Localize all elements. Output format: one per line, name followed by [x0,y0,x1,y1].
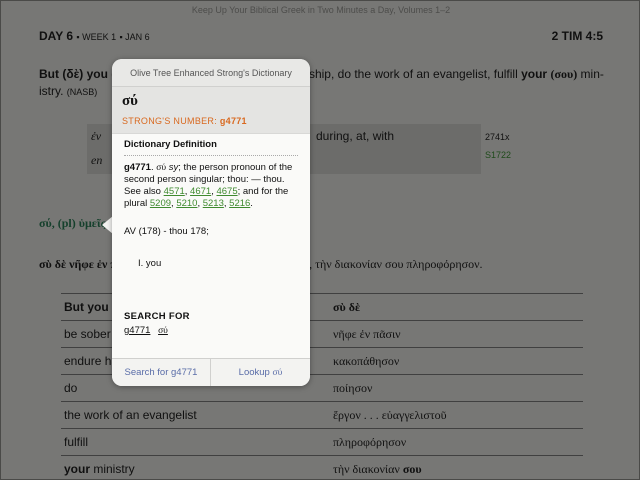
date-label: JAN 6 [125,32,150,42]
strongs-link-5209[interactable]: 5209 [150,198,171,209]
pronoun-line[interactable]: σύ, (pl) ὑμεῖς [39,215,106,232]
book-title-bar: Keep Up Your Biblical Greek in Two Minut… [191,5,451,15]
strongs-number-value: g4771 [219,116,247,126]
table-header-greek: σὺ δὲ [323,293,583,321]
popover-title: Olive Tree Enhanced Strong's Dictionary [112,59,310,87]
table-cell-greek: νῆφε ἐν πᾶσιν [323,320,583,348]
table-cell-greek: ἔργον . . . εὐαγγελιστοῦ [323,401,583,429]
definition-id: g4771 [124,162,151,173]
parse-count: 2741x [485,132,510,142]
day-label: DAY 6 [39,29,74,43]
parse-transliteration: en [91,153,103,167]
av-usage: AV (178) - thou 178; [124,226,209,237]
table-cell-greek: κακοπάθησον [323,347,583,375]
verse-reference: 2 TIM 4:5 [551,29,603,43]
verse-middle: rdship, do the work of an evangelist, fu… [298,67,518,81]
popover-footer: Search for g4771 Lookup σύ [112,358,310,386]
search-for-button[interactable]: Search for g4771 [112,359,211,386]
search-terms: g4771 σύ [124,325,173,336]
table-row: your ministry τὴν διακονίαν σου [61,455,583,479]
week-label: WEEK 1 [82,32,117,42]
strongs-link-4675[interactable]: 4675 [216,186,237,197]
strongs-link-4571[interactable]: 4571 [164,186,185,197]
lookup-button-word: σύ [272,368,283,378]
definition-divider [124,155,298,156]
parse-greek: ἐν [91,129,102,143]
version-label: (NASB) [66,87,98,97]
strongs-link-5210[interactable]: 5210 [176,198,197,209]
table-cell-greek: πληροφόρησον [323,428,583,456]
verse-tail: min- [580,67,604,81]
reading-page[interactable]: DAY 6 ▪ WEEK 1 ▪ JAN 6 2 TIM 4:5 But (δὲ… [1,19,639,479]
dictionary-popover: Olive Tree Enhanced Strong's Dictionary … [112,59,310,386]
search-term-strongs[interactable]: g4771 [124,325,150,336]
parse-gloss: during, at, with [316,129,395,143]
strongs-link-4671[interactable]: 4671 [190,186,211,197]
verse-sou: (σου) [550,67,578,81]
search-for-heading: SEARCH FOR [124,311,190,322]
parse-strongs-link[interactable]: S1722 [485,147,511,164]
table-cell-english: the work of an evangelist [61,401,323,429]
lookup-button-label: Lookup [238,367,270,378]
table-cell-greek: τὴν διακονίαν σου [323,455,583,479]
verse-start: But (δὲ) you ( [39,67,116,81]
day-header: DAY 6 ▪ WEEK 1 ▪ JAN 6 [39,29,150,43]
table-cell-english: your ministry [61,455,323,479]
popover-headword: σύ [122,93,138,109]
strongs-number-line: STRONG'S NUMBER: g4771 [122,116,247,126]
app-window: Keep Up Your Biblical Greek in Two Minut… [0,0,640,480]
definition-text: g4771. σύ sy; the person pronoun of the … [124,162,293,209]
strongs-link-5216[interactable]: 5216 [229,198,250,209]
greek-verse-start: σὺ δὲ νῆφε ἐν π [39,257,117,271]
definition-heading: Dictionary Definition [124,139,217,150]
table-cell-english: fulfill [61,428,323,456]
popover-body[interactable]: Dictionary Definition g4771. σύ sy; the … [112,133,310,358]
definition-transliteration: sy [168,162,179,173]
table-cell-greek: ποίησον [323,374,583,402]
definition-word: σύ [156,163,167,173]
definition-list-item: I. you [138,258,162,269]
verse-your: your [521,67,548,81]
lookup-button[interactable]: Lookup σύ [211,359,310,386]
search-term-greek[interactable]: σύ [158,326,168,336]
strongs-link-5213[interactable]: 5213 [203,198,224,209]
strongs-number-label: STRONG'S NUMBER: [122,116,218,126]
verse-line2: istry. [39,84,64,98]
table-row: the work of an evangelist ἔργον . . . εὐ… [61,401,583,429]
table-row: fulfill πληροφόρησον [61,428,583,456]
popover-word-header [112,87,310,133]
